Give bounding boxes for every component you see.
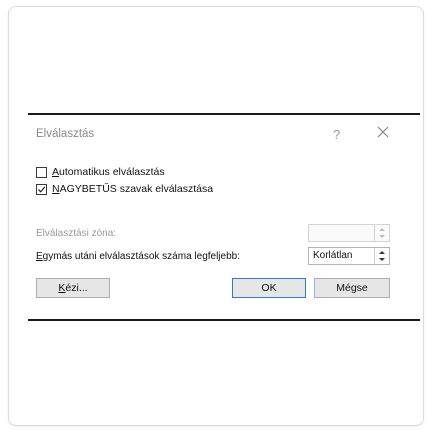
hyphenation-dialog: Elválasztás ? Automatikus elválasztás NA… <box>28 113 420 321</box>
hyphenation-zone-label: Elválasztási zóna: <box>36 228 117 239</box>
consecutive-hyphens-spinner[interactable]: Korlátlan <box>308 247 390 265</box>
cancel-button[interactable]: Mégse <box>314 278 390 298</box>
auto-hyphenation-row[interactable]: Automatikus elválasztás <box>36 164 165 180</box>
hyphenation-zone-spinner[interactable] <box>308 224 390 242</box>
ok-button[interactable]: OK <box>232 278 306 298</box>
auto-hyphenation-checkbox[interactable] <box>36 166 47 178</box>
hyphenation-zone-arrows[interactable] <box>374 225 389 241</box>
consecutive-hyphens-value: Korlátlan <box>313 250 353 261</box>
manual-button[interactable]: Kézi... <box>36 278 110 298</box>
auto-hyphenation-label: Automatikus elválasztás <box>52 166 165 178</box>
consecutive-hyphens-label: Egymás utáni elválasztások száma legfelj… <box>36 251 240 262</box>
spin-up-icon <box>379 228 385 231</box>
spin-down-icon <box>379 258 385 261</box>
close-icon[interactable] <box>376 125 390 139</box>
consecutive-hyphens-arrows[interactable] <box>374 248 389 264</box>
dialog-titlebar: Elválasztás ? <box>28 115 420 151</box>
caps-hyphenation-row[interactable]: NAGYBETŰS szavak elválasztása <box>36 181 213 197</box>
spin-up-icon <box>379 251 385 254</box>
dialog-title: Elválasztás <box>36 128 95 140</box>
caps-hyphenation-checkbox[interactable] <box>36 183 47 195</box>
checkmark-icon <box>38 185 46 193</box>
help-button[interactable]: ? <box>333 127 340 142</box>
spin-down-icon <box>379 235 385 238</box>
caps-hyphenation-label: NAGYBETŰS szavak elválasztása <box>52 183 214 195</box>
